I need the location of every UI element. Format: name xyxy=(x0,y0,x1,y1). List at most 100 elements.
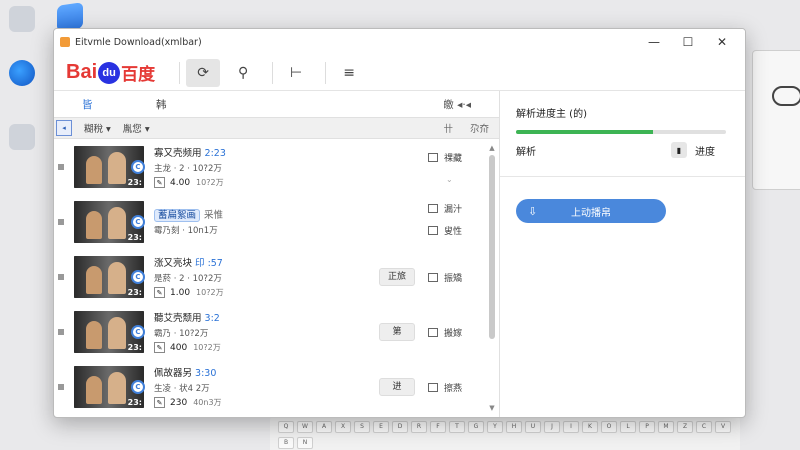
list-item[interactable]: 23: C 蓄扁絮画 采惟 霉乃刻 · 10n1万 漏汁 叟性 xyxy=(54,194,499,249)
video-subtitle: 生凌 · 状4 2万 xyxy=(154,384,210,394)
video-size: 3:2 xyxy=(204,313,220,324)
select-all-toggle[interactable]: ◂ xyxy=(56,120,72,136)
keyboard-key: H xyxy=(506,421,522,433)
logo-text-cn: 百度 xyxy=(121,65,156,84)
row-checkbox[interactable] xyxy=(58,163,64,170)
video-info: 蓄扁絮画 采惟 霉乃刻 · 10n1万 xyxy=(154,207,274,236)
edit-icon[interactable]: ✎ xyxy=(154,342,165,353)
folder-icon xyxy=(428,204,438,213)
cloud-icon xyxy=(772,86,800,106)
row-action[interactable]: 祼藏 xyxy=(428,151,462,164)
list-item[interactable]: 23: C 涨又亮块 印 :57 是菸 · 2 · 10?2万 ✎ 1.00 10?… xyxy=(54,249,499,304)
keyboard-key: O xyxy=(601,421,617,433)
video-duration: 23: xyxy=(127,287,142,297)
header-tab-1[interactable]: 皆 xyxy=(82,97,156,112)
folder-icon xyxy=(428,272,438,282)
power-icon: ⟳ xyxy=(197,64,209,81)
download-window: Eitvmle Download(xmlbar) — ☐ ✕ Bai du 百度… xyxy=(53,28,746,418)
minimize-button[interactable]: — xyxy=(637,35,671,49)
upload-play-button-label: 上动播帛 xyxy=(571,207,611,219)
step-icon: ⊢ xyxy=(290,64,303,81)
recycle-bin-icon xyxy=(9,124,35,150)
c-badge-icon: C xyxy=(131,324,145,339)
keyboard-key: S xyxy=(354,421,370,433)
video-count: 10?2万 xyxy=(196,178,224,187)
keyboard-key: U xyxy=(525,421,541,433)
row-checkbox[interactable] xyxy=(58,273,64,280)
chevron-down-icon[interactable]: ⌄ xyxy=(446,175,453,184)
desktop-icon-1[interactable] xyxy=(4,6,40,34)
header-tab-2[interactable]: 韩 xyxy=(156,97,443,112)
app-logo-icon xyxy=(60,37,70,47)
desktop-icon-2[interactable] xyxy=(4,60,40,88)
video-number: 1.00 xyxy=(170,287,191,298)
header-options[interactable]: 皦 ◂·◂ xyxy=(443,97,471,112)
video-title: 寡又壳频用 xyxy=(154,148,202,159)
video-count: 40n3万 xyxy=(193,398,222,407)
filter-dropdown-1[interactable]: 糊稅 ▾ xyxy=(84,121,111,135)
title-bar[interactable]: Eitvmle Download(xmlbar) — ☐ ✕ xyxy=(54,29,745,55)
video-size: 印 :57 xyxy=(195,258,223,269)
upload-play-button[interactable]: ⇩ 上动播帛 xyxy=(516,199,666,223)
video-size: 2:23 xyxy=(204,148,226,159)
keyboard-key: V xyxy=(715,421,731,433)
tool-button-3[interactable]: ⊢ xyxy=(279,59,313,87)
row-checkbox[interactable] xyxy=(58,328,64,335)
keyboard-key: B xyxy=(278,436,294,449)
row-action-label: 搬嫁 xyxy=(444,328,463,339)
maximize-button[interactable]: ☐ xyxy=(671,35,705,49)
row-button[interactable]: 第 xyxy=(379,322,415,341)
c-badge-icon: C xyxy=(131,214,145,229)
desktop-icon-3[interactable] xyxy=(4,124,40,152)
row-action[interactable]: 漏汁 xyxy=(428,202,462,215)
scroll-up-icon[interactable]: ▲ xyxy=(489,145,495,152)
keyboard-key: K xyxy=(582,421,598,433)
progress-detail[interactable]: ▮ 进度 xyxy=(671,142,715,158)
edit-icon[interactable]: ✎ xyxy=(154,397,165,408)
wrench-icon: ⚲ xyxy=(237,64,249,81)
keyboard-key: C xyxy=(696,421,712,433)
tool-button-1[interactable]: ⟳ xyxy=(186,58,221,87)
row-checkbox[interactable] xyxy=(58,383,64,390)
edit-icon[interactable]: ✎ xyxy=(154,177,165,188)
keyboard-key: Y xyxy=(487,421,503,433)
list-header: 皆 韩 皦 ◂·◂ xyxy=(54,91,499,117)
row-action[interactable]: 搬嫁 xyxy=(428,326,462,339)
keyboard-key: Z xyxy=(677,421,693,433)
row-checkbox[interactable] xyxy=(58,218,64,225)
keyboard-key: F xyxy=(430,421,446,433)
video-info: 寡又壳频用 2:23 主龙 · 2 · 10?2万 ✎ 4.00 10?2万 xyxy=(154,145,274,188)
filter-right-controls[interactable]: 卄 尕夼 xyxy=(443,121,489,135)
close-button[interactable]: ✕ xyxy=(705,35,739,49)
row-action[interactable]: 擦燕 xyxy=(428,381,462,394)
edit-icon[interactable]: ✎ xyxy=(154,287,165,298)
scroll-down-icon[interactable]: ▼ xyxy=(489,404,495,412)
list-item[interactable]: 23: C 聽艾壳颓用 3:2 霸乃 · 10?2万 ✎ 400 10?2万 第 搬… xyxy=(54,304,499,359)
tool-button-2[interactable]: ⚲ xyxy=(226,59,260,87)
highlighted-title[interactable]: 蓄扁絮画 xyxy=(154,209,201,222)
progress-label: 解析 xyxy=(516,146,536,158)
video-duration: 23: xyxy=(127,342,142,352)
row-button[interactable]: 正旅 xyxy=(379,267,415,286)
row-action[interactable]: 振矯 xyxy=(428,271,462,284)
video-subtitle: 霉乃刻 · 10n1万 xyxy=(154,226,218,236)
scrollbar[interactable]: ▲ xyxy=(489,145,495,401)
tool-button-4[interactable]: ≡ xyxy=(332,59,366,87)
keyboard-key: D xyxy=(392,421,408,433)
list-item[interactable]: 23: C 寡又壳频用 2:23 主龙 · 2 · 10?2万 ✎ 4.00 10?… xyxy=(54,139,499,194)
download-icon: ⇩ xyxy=(528,204,538,218)
scrollbar-thumb[interactable] xyxy=(489,155,495,339)
video-subtitle: 霸乃 · 10?2万 xyxy=(154,329,209,339)
video-list-panel: 皆 韩 皦 ◂·◂ ◂ 糊稅 ▾ 胤您 ▾ 卄 尕夼 23: C 寡又壳频用 2… xyxy=(54,91,500,417)
app-icon xyxy=(9,6,35,32)
video-title-suffix: 采惟 xyxy=(204,210,224,221)
video-count: 10?2万 xyxy=(193,343,221,352)
list-item[interactable]: 23: C 佩故器另 3:30 生凌 · 状4 2万 ✎ 230 40n3万 进 擦… xyxy=(54,359,499,414)
row-action-secondary[interactable]: 叟性 xyxy=(428,224,462,237)
baidu-logo: Bai du 百度 xyxy=(66,60,155,85)
folder-icon xyxy=(428,382,438,392)
toolbar-divider xyxy=(179,61,181,84)
row-button[interactable]: 进 xyxy=(379,377,415,396)
c-badge-icon: C xyxy=(131,379,145,394)
filter-dropdown-2[interactable]: 胤您 ▾ xyxy=(123,121,150,135)
